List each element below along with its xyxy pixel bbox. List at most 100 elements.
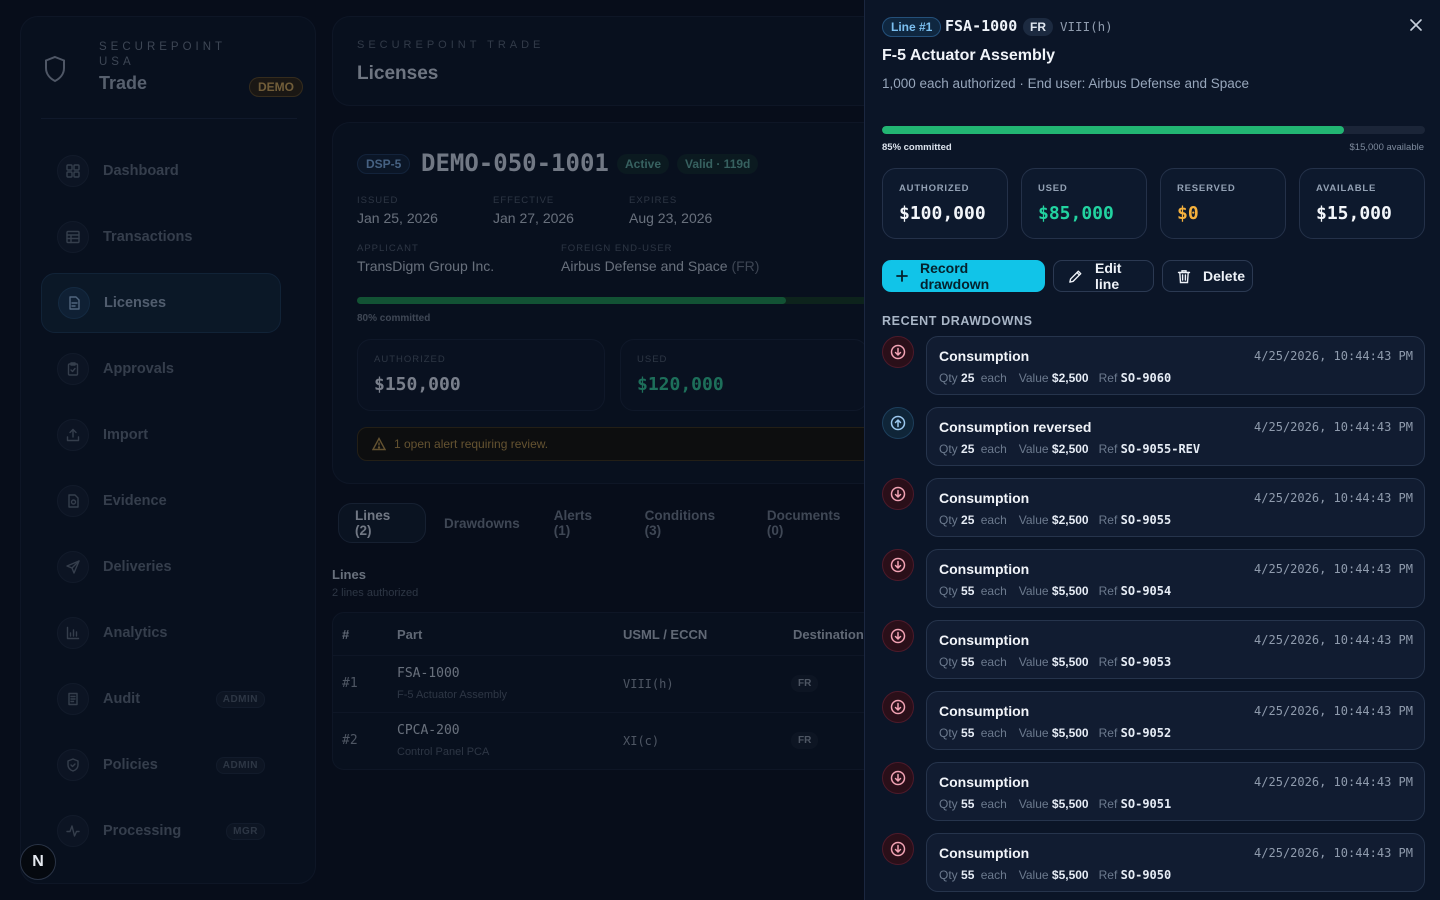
arrow-up-circle-icon <box>890 415 906 431</box>
issued-label: ISSUED <box>357 195 399 206</box>
drawdown-item[interactable]: Consumption 4/25/2026, 10:44:43 PM Qty 25 … <box>882 478 1425 537</box>
sidebar-item-label: Analytics <box>103 625 168 641</box>
close-icon <box>1410 19 1422 31</box>
record-drawdown-button[interactable]: Record drawdown <box>882 260 1045 292</box>
drawdown-timestamp: 4/25/2026, 10:44:43 PM <box>1254 420 1413 434</box>
drawdown-item[interactable]: Consumption 4/25/2026, 10:44:43 PM Qty 55 … <box>882 620 1425 679</box>
drawdown-item[interactable]: Consumption 4/25/2026, 10:44:43 PM Qty 55 … <box>882 549 1425 608</box>
tab-lines[interactable]: Lines (2) <box>338 503 426 543</box>
drawdown-card[interactable]: Consumption 4/25/2026, 10:44:43 PM Qty 25 … <box>926 336 1425 395</box>
effective-value: Jan 27, 2026 <box>493 210 574 226</box>
demo-badge: DEMO <box>249 77 303 97</box>
drawdown-item[interactable]: Consumption reversed 4/25/2026, 10:44:43 … <box>882 407 1425 466</box>
drawdown-item[interactable]: Consumption 4/25/2026, 10:44:43 PM Qty 55 … <box>882 691 1425 750</box>
drawdown-title: Consumption <box>939 632 1030 648</box>
n-logo-button[interactable]: N <box>20 844 56 880</box>
table-row[interactable]: #2 CPCA-200 Control Panel PCA XI(c) FR <box>333 712 891 769</box>
close-drawer-button[interactable] <box>1405 14 1427 36</box>
drawer-part-number: FSA-1000 <box>945 17 1018 35</box>
column-header: Part <box>397 627 423 642</box>
authorized-stat: AUTHORIZED $100,000 <box>882 168 1008 239</box>
drawdown-item[interactable]: Consumption 4/25/2026, 10:44:43 PM Qty 55 … <box>882 762 1425 821</box>
tab-drawdowns[interactable]: Drawdowns <box>444 516 520 531</box>
shield-logo-icon <box>45 55 65 83</box>
drawdown-meta: Qty 25 each Value $2,500 Ref SO-9060 <box>939 371 1172 385</box>
drawer-subtitle: 1,000 each authorized · End user: Airbus… <box>882 76 1249 91</box>
sidebar-item-label: Processing <box>103 823 182 839</box>
country-badge: FR <box>1023 18 1053 36</box>
license-authorized-stat: AUTHORIZED $150,000 <box>357 339 605 411</box>
applicant-label: APPLICANT <box>357 243 419 254</box>
edit-line-button[interactable]: Edit line <box>1053 260 1154 292</box>
reserved-stat: RESERVED $0 <box>1160 168 1286 239</box>
sidebar-item-audit[interactable]: Audit ADMIN <box>41 669 281 729</box>
licenses-icon <box>58 287 90 319</box>
sidebar-item-transactions[interactable]: Transactions <box>41 207 281 267</box>
drawdown-card[interactable]: Consumption reversed 4/25/2026, 10:44:43 … <box>926 407 1425 466</box>
drawdown-card[interactable]: Consumption 4/25/2026, 10:44:43 PM Qty 55 … <box>926 620 1425 679</box>
lines-table: # Part USML / ECCN Destination #1 FSA-10… <box>332 612 892 770</box>
drawdown-meta: Qty 55 each Value $5,500 Ref SO-9052 <box>939 726 1172 740</box>
tab-conditions[interactable]: Conditions (3) <box>645 508 733 538</box>
drawdown-title: Consumption <box>939 703 1030 719</box>
sidebar-item-evidence[interactable]: Evidence <box>41 471 281 531</box>
committed-text: 85% committed <box>882 142 952 153</box>
dashboard-icon <box>57 155 89 187</box>
column-header: USML / ECCN <box>623 627 708 642</box>
drawdown-card[interactable]: Consumption 4/25/2026, 10:44:43 PM Qty 55 … <box>926 691 1425 750</box>
drawdown-title: Consumption reversed <box>939 419 1092 435</box>
sidebar-item-analytics[interactable]: Analytics <box>41 603 281 663</box>
sidebar-item-dashboard[interactable]: Dashboard <box>41 141 281 201</box>
drawdown-card[interactable]: Consumption 4/25/2026, 10:44:43 PM Qty 55 … <box>926 833 1425 892</box>
sidebar-item-label: Deliveries <box>103 559 172 575</box>
drawdown-title: Consumption <box>939 348 1030 364</box>
recent-drawdowns-heading: RECENT DRAWDOWNS <box>882 314 1033 328</box>
drawdown-card[interactable]: Consumption 4/25/2026, 10:44:43 PM Qty 25 … <box>926 478 1425 537</box>
sidebar-item-deliveries[interactable]: Deliveries <box>41 537 281 597</box>
effective-label: EFFECTIVE <box>493 195 555 206</box>
available-stat: AVAILABLE $15,000 <box>1299 168 1425 239</box>
drawdown-title: Consumption <box>939 561 1030 577</box>
sidebar-item-approvals[interactable]: Approvals <box>41 339 281 399</box>
drawdown-title: Consumption <box>939 845 1030 861</box>
approvals-icon <box>57 353 89 385</box>
sidebar-item-label: Approvals <box>103 361 174 377</box>
sidebar-item-import[interactable]: Import <box>41 405 281 465</box>
sidebar-nav: Dashboard Transactions Licenses Approvals Im… <box>41 141 281 867</box>
license-type-badge: DSP-5 <box>357 154 411 174</box>
alert-banner[interactable]: 1 open alert requiring review. <box>357 427 893 461</box>
drawdown-card[interactable]: Consumption 4/25/2026, 10:44:43 PM Qty 55 … <box>926 762 1425 821</box>
license-committed-text: 80% committed <box>357 313 431 324</box>
arrow-down-circle-icon <box>890 628 906 644</box>
drawdown-item[interactable]: Consumption 4/25/2026, 10:44:43 PM Qty 25 … <box>882 336 1425 395</box>
license-progress-bar <box>357 297 893 304</box>
delete-line-button[interactable]: Delete <box>1162 260 1253 292</box>
drawdown-meta: Qty 25 each Value $2,500 Ref SO-9055 <box>939 513 1172 527</box>
drawdown-direction-badge <box>882 549 914 581</box>
arrow-down-circle-icon <box>890 699 906 715</box>
sidebar-item-policies[interactable]: Policies ADMIN <box>41 735 281 795</box>
table-row[interactable]: #1 FSA-1000 F-5 Actuator Assembly VIII(h… <box>333 655 891 712</box>
issued-value: Jan 25, 2026 <box>357 210 438 226</box>
drawdown-direction-badge <box>882 833 914 865</box>
expires-label: EXPIRES <box>629 195 678 206</box>
trash-icon <box>1177 269 1191 283</box>
tab-documents[interactable]: Documents (0) <box>767 508 858 538</box>
role-tag: ADMIN <box>215 690 265 708</box>
drawdown-timestamp: 4/25/2026, 10:44:43 PM <box>1254 775 1413 789</box>
expires-value: Aug 23, 2026 <box>629 210 713 226</box>
tab-alerts[interactable]: Alerts (1) <box>554 508 611 538</box>
sidebar-item-label: Audit <box>103 691 141 707</box>
drawdown-card[interactable]: Consumption 4/25/2026, 10:44:43 PM Qty 55 … <box>926 549 1425 608</box>
drawdown-meta: Qty 55 each Value $5,500 Ref SO-9050 <box>939 868 1172 882</box>
arrow-down-circle-icon <box>890 486 906 502</box>
drawdown-title: Consumption <box>939 774 1030 790</box>
sidebar-item-licenses[interactable]: Licenses <box>41 273 281 333</box>
import-icon <box>57 419 89 451</box>
drawdown-meta: Qty 25 each Value $2,500 Ref SO-9055-REV <box>939 442 1201 456</box>
sidebar: SECUREPOINT USA Trade DEMO Dashboard Tran… <box>20 16 316 884</box>
sidebar-item-processing[interactable]: Processing MGR <box>41 801 281 861</box>
drawdown-item[interactable]: Consumption 4/25/2026, 10:44:43 PM Qty 55 … <box>882 833 1425 892</box>
role-tag: ADMIN <box>215 756 265 774</box>
brand[interactable]: SECUREPOINT USA Trade DEMO <box>41 37 303 117</box>
